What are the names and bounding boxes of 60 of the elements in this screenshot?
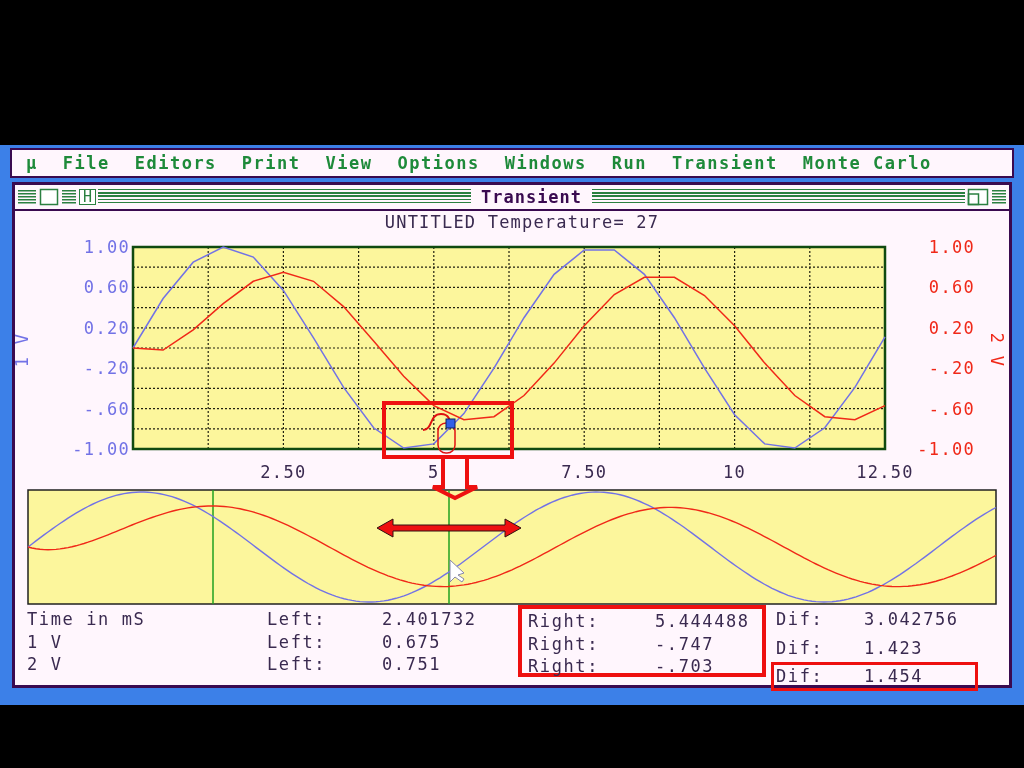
left-value: 0.751 xyxy=(382,653,442,676)
y-tick-label: -.60 xyxy=(928,398,975,419)
lines-icon xyxy=(991,188,1007,206)
y-tick-label: -1.00 xyxy=(917,439,975,459)
y-tick-label: -.20 xyxy=(928,358,975,379)
chart-title: UNTITLED Temperature= 27 xyxy=(383,211,661,233)
window-title: Transient xyxy=(479,187,584,207)
left-value: 2.401732 xyxy=(382,608,477,631)
x-tick-label: 12.50 xyxy=(856,462,914,482)
menu-item[interactable]: Transient xyxy=(672,153,778,173)
dif-label: Dif: xyxy=(776,636,825,659)
x-tick-label: 10 xyxy=(723,462,747,482)
dif-value: 3.042756 xyxy=(864,608,959,631)
menu-item[interactable]: File xyxy=(62,153,110,173)
x-tick-label: 2.50 xyxy=(260,462,307,482)
right-value: -.747 xyxy=(655,632,715,655)
menu-item[interactable]: Options xyxy=(397,153,480,173)
zoom-box[interactable]: H xyxy=(79,189,97,205)
mouse-icon xyxy=(421,413,457,455)
right-label: Right: xyxy=(528,632,600,655)
y-tick-label: 0.60 xyxy=(928,277,975,298)
y-tick-label: -1.00 xyxy=(72,439,130,459)
menu-item[interactable]: Windows xyxy=(504,153,587,173)
right-label: Right: xyxy=(528,655,600,678)
double-arrow-icon xyxy=(376,518,522,538)
y-tick-label: 0.20 xyxy=(928,317,975,338)
row-label: Time in mS xyxy=(27,608,147,631)
menu-icon[interactable] xyxy=(17,188,37,206)
menu-item[interactable]: Run xyxy=(611,153,648,173)
resize-icon[interactable] xyxy=(967,188,989,206)
lines-icon xyxy=(61,188,77,206)
y-axis-label: 1 V xyxy=(15,332,32,368)
dif-value: 1.423 xyxy=(864,636,924,659)
close-box-icon[interactable] xyxy=(39,188,59,206)
menu-item[interactable]: View xyxy=(325,153,373,173)
row-label: 2 V xyxy=(27,653,64,676)
y-tick-label: 1.00 xyxy=(928,237,975,257)
y-tick-label: -.20 xyxy=(83,358,130,379)
menu-item[interactable]: Editors xyxy=(134,153,217,173)
y-tick-label: -.60 xyxy=(83,398,130,419)
left-label: Left: xyxy=(267,608,328,631)
x-tick-label: 5 xyxy=(428,462,440,482)
right-label: Right: xyxy=(528,610,600,633)
menu-item[interactable]: Print xyxy=(241,153,301,173)
left-label: Left: xyxy=(267,653,328,676)
right-value: -.703 xyxy=(655,655,715,678)
menu-item[interactable]: µ xyxy=(26,153,38,173)
y-tick-label: 1.00 xyxy=(83,237,130,257)
right-value: 5.444488 xyxy=(655,610,750,633)
y-tick-label: 0.20 xyxy=(83,317,130,338)
row-label: 1 V xyxy=(27,630,64,653)
dif-label: Dif: xyxy=(776,608,825,631)
left-value: 0.675 xyxy=(382,630,442,653)
left-label: Left: xyxy=(267,630,328,653)
menu-item[interactable]: Monte Carlo xyxy=(802,153,932,173)
y-tick-label: 0.60 xyxy=(83,277,130,298)
x-tick-label: 7.50 xyxy=(561,462,608,482)
dif-label: Dif: xyxy=(776,665,825,688)
dif-value: 1.454 xyxy=(864,665,924,688)
y-axis-label: 2 V xyxy=(987,332,1007,368)
